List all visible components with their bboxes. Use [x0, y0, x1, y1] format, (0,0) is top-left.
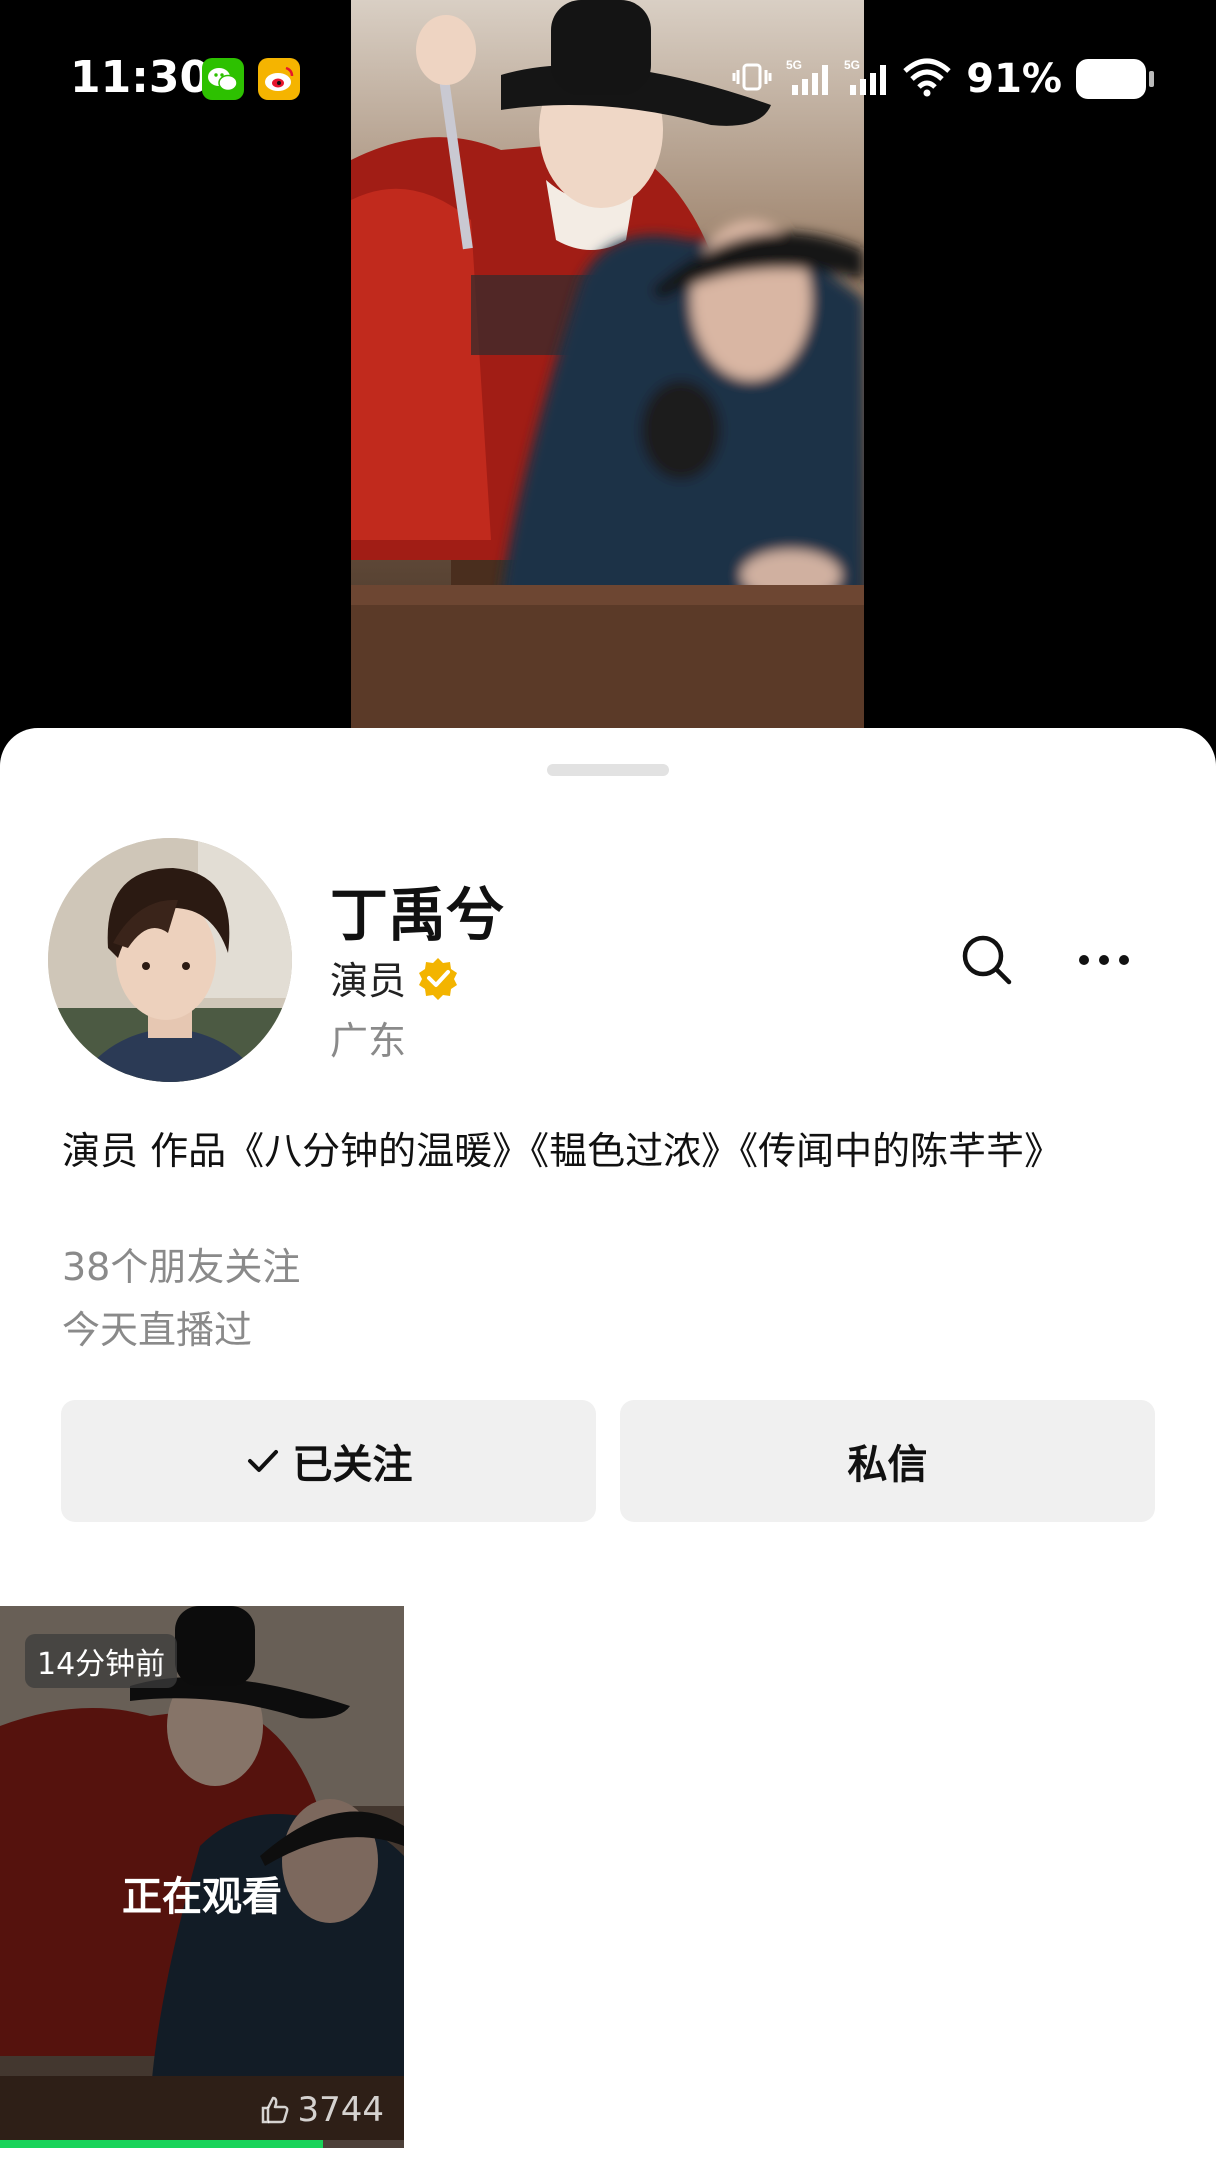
profile-name: 丁禹兮	[330, 881, 505, 949]
live-status: 今天直播过	[62, 1308, 253, 1352]
message-button-label: 私信	[847, 1442, 928, 1488]
more-button[interactable]	[1072, 928, 1136, 992]
verified-badge-icon	[416, 956, 460, 1000]
signal-5g-icon: 5G	[844, 57, 888, 101]
like-count-row: 3744	[259, 2090, 384, 2130]
feed-video-thumbnail[interactable]: 14分钟前 正在观看 3744	[0, 1606, 404, 2148]
follow-button-label: 已关注	[292, 1442, 413, 1488]
avatar-image	[48, 838, 292, 1082]
sheet-grabber[interactable]	[547, 764, 669, 776]
profile-title: 演员	[330, 959, 407, 1003]
more-dots-icon	[1079, 955, 1129, 965]
wechat-icon	[202, 58, 244, 100]
status-right-group: 5G 5G 91%	[732, 52, 1154, 106]
search-button[interactable]	[955, 928, 1019, 992]
battery-percent: 91%	[966, 56, 1062, 102]
follow-button[interactable]: 已关注	[61, 1400, 596, 1522]
like-count: 3744	[297, 2090, 384, 2130]
checkmark-icon	[247, 1450, 278, 1472]
status-bar: 11:30 5G 5G 91%	[0, 0, 1216, 160]
status-time: 11:30	[70, 52, 211, 103]
weibo-icon	[258, 58, 300, 100]
profile-sheet: 丁禹兮 演员 广东 演员 作品《八分钟的温暖》《韫色过浓》《传闻中的陈芊芊》 3…	[0, 728, 1216, 2169]
watch-progress-bar	[0, 2140, 404, 2148]
friends-follow-count[interactable]: 38个朋友关注	[62, 1236, 300, 1291]
thumbs-up-icon	[262, 2096, 289, 2124]
vibrate-icon	[732, 62, 772, 96]
profile-screen: 11:30 5G 5G 91% 丁禹兮 演员 广东 演员 作品《八分钟的温暖》《…	[0, 0, 1216, 2169]
now-watching-label: 正在观看	[122, 1874, 282, 1920]
message-button[interactable]: 私信	[620, 1400, 1155, 1522]
posted-time-badge: 14分钟前	[25, 1634, 178, 1688]
video-player-area[interactable]: 11:30 5G 5G 91%	[0, 0, 1216, 780]
svg-text:5G: 5G	[844, 58, 860, 72]
profile-title-row: 演员	[330, 950, 460, 1005]
avatar[interactable]	[48, 838, 292, 1082]
watch-progress-fill	[0, 2140, 324, 2148]
search-icon	[962, 935, 1012, 985]
profile-region: 广东	[330, 1019, 407, 1063]
signal-5g-icon: 5G	[786, 57, 830, 101]
profile-bio: 演员 作品《八分钟的温暖》《韫色过浓》《传闻中的陈芊芊》	[62, 1129, 1063, 1173]
battery-icon	[1076, 59, 1154, 99]
wifi-icon	[902, 57, 952, 101]
svg-text:5G: 5G	[786, 58, 802, 72]
